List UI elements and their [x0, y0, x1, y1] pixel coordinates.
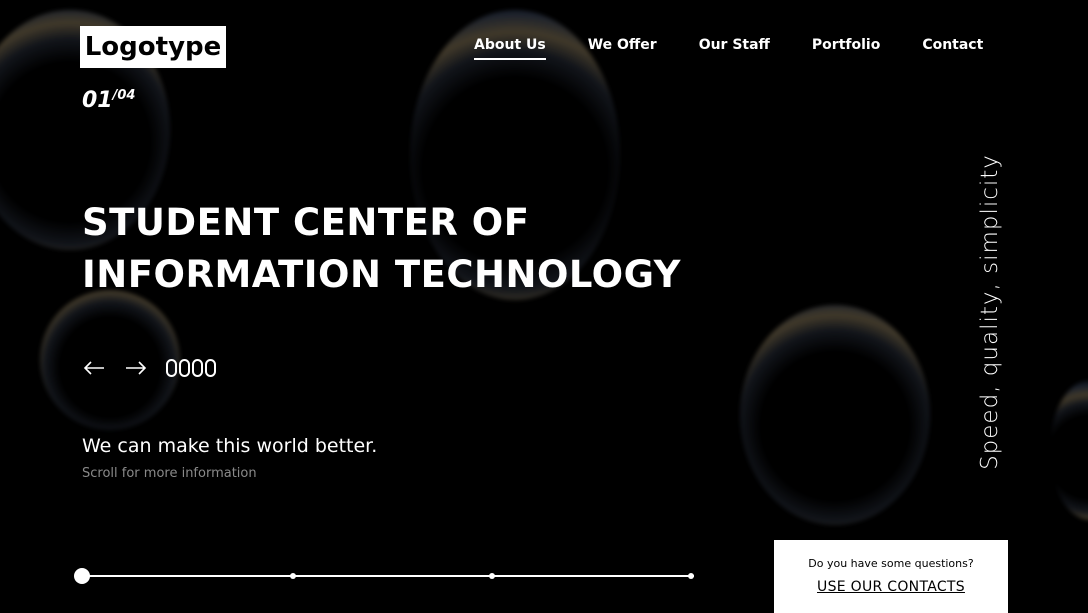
arrow-right-icon	[126, 361, 147, 375]
contacts-link[interactable]: USE OUR CONTACTS	[817, 579, 965, 595]
bubble-decoration	[1050, 380, 1088, 520]
title-line-2: INFORMATION TECHNOLOGY	[82, 253, 681, 296]
dot-icon	[192, 359, 203, 377]
progress-point-3[interactable]	[489, 573, 495, 579]
vertical-slogan: Speed, quality, simplicity	[977, 154, 1003, 470]
progress-point-1[interactable]	[74, 568, 90, 584]
page-title: STUDENT CENTER OF INFORMATION TECHNOLOGY	[82, 197, 732, 301]
slider-controls	[80, 354, 216, 382]
nav-our-staff[interactable]: Our Staff	[699, 37, 770, 60]
scroll-hint: Scroll for more information	[82, 466, 257, 481]
contact-question: Do you have some questions?	[808, 557, 974, 570]
main-nav: About Us We Offer Our Staff Portfolio Co…	[474, 37, 1025, 60]
arrow-left-icon	[83, 361, 104, 375]
dot-icon	[166, 359, 177, 377]
nav-contact[interactable]: Contact	[922, 37, 983, 60]
prev-button[interactable]	[80, 354, 108, 382]
logo[interactable]: Logotype	[80, 26, 226, 68]
dot-icon	[179, 359, 190, 377]
progress-point-4[interactable]	[688, 573, 694, 579]
tagline: We can make this world better.	[82, 435, 378, 457]
nav-about-us[interactable]: About Us	[474, 37, 546, 60]
progress-point-2[interactable]	[290, 573, 296, 579]
dot-icon	[205, 359, 216, 377]
slide-dots[interactable]	[166, 359, 216, 377]
slide-progress	[74, 568, 694, 584]
slide-total: /04	[112, 88, 136, 103]
bubble-decoration	[740, 305, 930, 525]
nav-we-offer[interactable]: We Offer	[588, 37, 657, 60]
title-line-1: STUDENT CENTER OF	[82, 201, 530, 244]
slide-counter: 01/04	[82, 88, 135, 113]
nav-portfolio[interactable]: Portfolio	[812, 37, 880, 60]
next-button[interactable]	[122, 354, 150, 382]
contact-box: Do you have some questions? USE OUR CONT…	[774, 540, 1008, 613]
slide-current: 01	[82, 88, 113, 113]
